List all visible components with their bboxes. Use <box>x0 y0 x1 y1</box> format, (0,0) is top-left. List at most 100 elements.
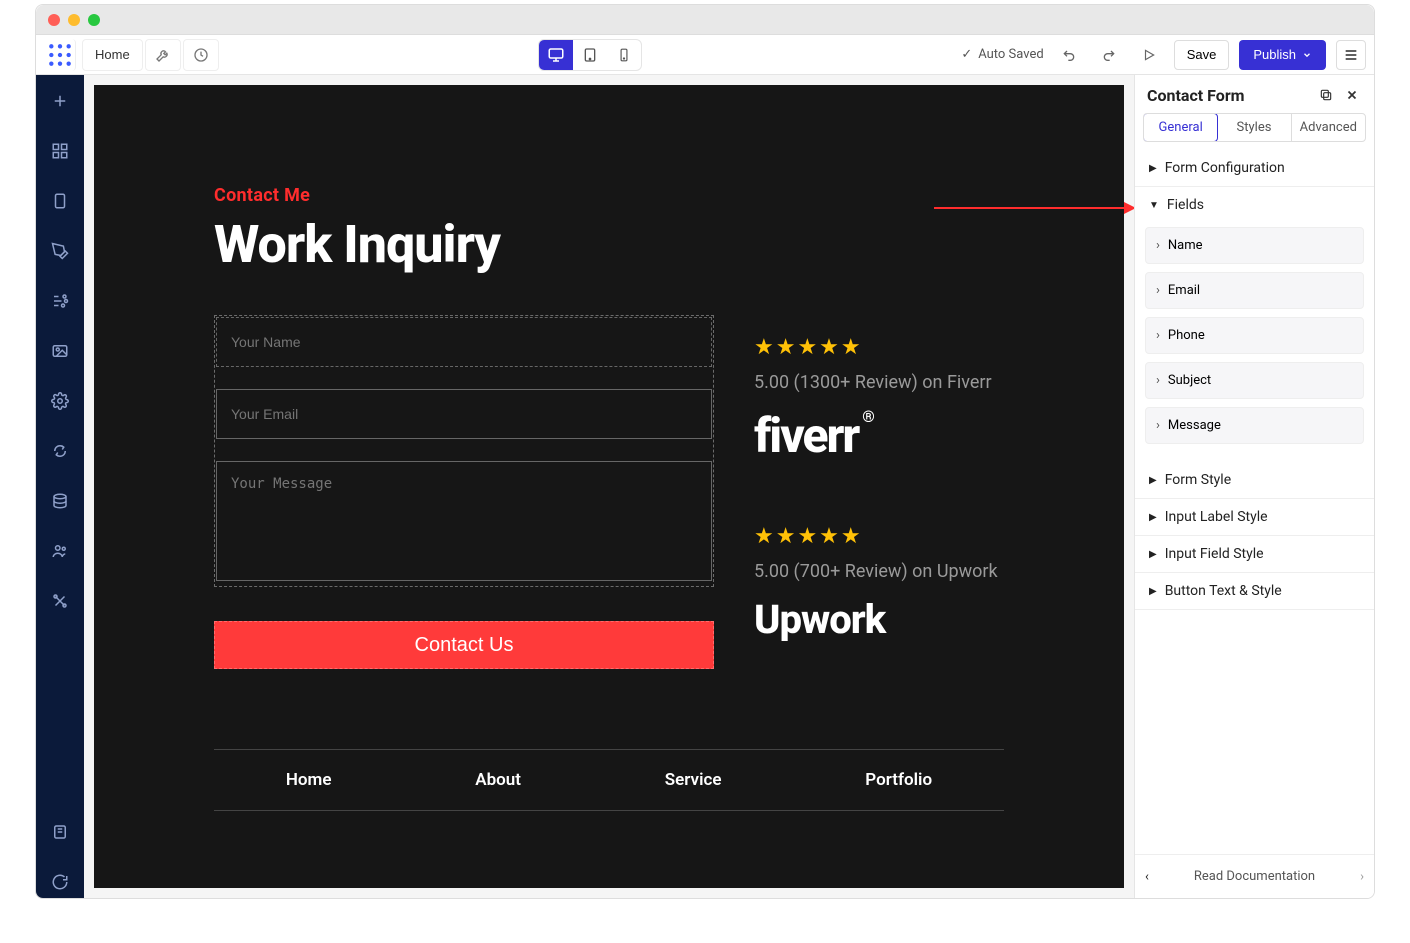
field-label: Phone <box>1168 328 1205 343</box>
layers-tree-icon[interactable] <box>44 285 76 317</box>
footer-nav-portfolio[interactable]: Portfolio <box>865 770 932 790</box>
field-item-phone[interactable]: › Phone <box>1145 317 1364 354</box>
settings-gear-icon[interactable] <box>44 385 76 417</box>
viewport-switcher <box>538 39 642 71</box>
home-breadcrumb[interactable]: Home <box>82 39 143 71</box>
chevron-right-icon: › <box>1156 283 1160 298</box>
stars-icon: ★★★★★ <box>754 335 1004 360</box>
left-sidebar <box>36 75 84 898</box>
field-label: Subject <box>1168 373 1211 388</box>
registered-mark-icon: ® <box>862 407 873 426</box>
upwork-logo: Upwork <box>754 596 1004 643</box>
field-item-message[interactable]: ›Message <box>1145 407 1364 444</box>
page-icon[interactable] <box>44 185 76 217</box>
page-heading: Work Inquiry <box>214 214 1004 275</box>
footer-nav-service[interactable]: Service <box>665 770 722 790</box>
acc-label: Button Text & Style <box>1165 583 1282 599</box>
triangle-right-icon: ▶ <box>1149 475 1157 486</box>
top-toolbar: Home Auto Saved <box>36 35 1374 75</box>
settings-wrench-icon[interactable] <box>145 39 181 71</box>
page-canvas: Contact Me Work Inquiry Contact Us ★★★ <box>94 85 1124 888</box>
window-maximize-icon[interactable] <box>88 14 100 26</box>
refresh-sync-icon[interactable] <box>44 866 76 898</box>
chevron-down-icon <box>1302 50 1312 60</box>
hamburger-menu-icon[interactable] <box>1336 40 1366 70</box>
name-field[interactable] <box>216 317 712 367</box>
tools-crossed-icon[interactable] <box>44 585 76 617</box>
field-label: Message <box>1168 418 1221 433</box>
panel-copy-icon[interactable] <box>1316 85 1336 105</box>
publish-button[interactable]: Publish <box>1239 40 1326 70</box>
docs-book-icon[interactable] <box>44 816 76 848</box>
upwork-review-text: 5.00 (700+ Review) on Upwork <box>754 561 1004 582</box>
app-logo-icon[interactable] <box>44 39 76 71</box>
acc-label: Fields <box>1167 197 1204 213</box>
field-item-subject[interactable]: › Subject <box>1145 362 1364 399</box>
inspector-footer: ‹ Read Documentation › <box>1135 854 1374 898</box>
publish-label: Publish <box>1253 47 1296 62</box>
contact-form-widget[interactable] <box>214 315 714 587</box>
users-group-icon[interactable] <box>44 535 76 567</box>
autosaved-indicator: Auto Saved <box>961 47 1043 62</box>
triangle-right-icon: ▶ <box>1149 163 1157 174</box>
accordion-input-label-style[interactable]: ▶Input Label Style <box>1135 499 1374 536</box>
accordion-fields[interactable]: ▼ Fields <box>1135 187 1374 223</box>
accordion-button-text-style[interactable]: ▶ Button Text & Style <box>1135 573 1374 610</box>
stars-icon: ★★★★★ <box>754 524 1004 549</box>
triangle-down-icon: ▼ <box>1149 200 1159 211</box>
tab-general[interactable]: General <box>1143 113 1218 142</box>
viewport-desktop-icon[interactable] <box>539 40 573 70</box>
chevron-right-icon: › <box>1156 238 1160 253</box>
chevron-right-icon: › <box>1156 328 1160 343</box>
field-label: Name <box>1168 238 1203 253</box>
accordion-input-field-style[interactable]: ▶ Input Field Style <box>1135 536 1374 573</box>
image-gallery-icon[interactable] <box>44 335 76 367</box>
triangle-right-icon: ▶ <box>1149 586 1157 597</box>
preview-play-icon[interactable] <box>1134 40 1164 70</box>
save-button[interactable]: Save <box>1174 40 1230 70</box>
footer-nav-about[interactable]: About <box>475 770 521 790</box>
add-icon[interactable] <box>44 85 76 117</box>
viewport-mobile-icon[interactable] <box>607 40 641 70</box>
footer-nav-home[interactable]: Home <box>286 770 332 790</box>
acc-label: Input Field Style <box>1165 546 1264 562</box>
read-documentation-link[interactable]: Read Documentation <box>1194 869 1315 884</box>
tab-styles[interactable]: Styles <box>1217 114 1291 141</box>
window-minimize-icon[interactable] <box>68 14 80 26</box>
dashboard-grid-icon[interactable] <box>44 135 76 167</box>
redo-icon[interactable] <box>1094 40 1124 70</box>
undo-icon[interactable] <box>1054 40 1084 70</box>
dynamic-content-icon[interactable] <box>44 435 76 467</box>
history-clock-icon[interactable] <box>183 39 219 71</box>
window-close-icon[interactable] <box>48 14 60 26</box>
inspector-panel: Contact Form General Styles Advanced ▶ Fo… <box>1134 75 1374 898</box>
message-field[interactable] <box>216 461 712 581</box>
editor-canvas-viewport[interactable]: Contact Me Work Inquiry Contact Us ★★★ <box>84 75 1134 898</box>
acc-label: Form Style <box>1165 472 1231 488</box>
viewport-tablet-icon[interactable] <box>573 40 607 70</box>
review-block-fiverr: ★★★★★ 5.00 (1300+ Review) on Fiverr five… <box>754 335 1004 464</box>
tab-advanced[interactable]: Advanced <box>1292 114 1365 141</box>
acc-label: Form Configuration <box>1165 160 1285 176</box>
section-eyebrow: Contact Me <box>214 185 1004 206</box>
field-label: Email <box>1168 283 1200 298</box>
email-field[interactable] <box>216 389 712 439</box>
inspector-tabs: General Styles Advanced <box>1143 113 1366 142</box>
design-pen-icon[interactable] <box>44 235 76 267</box>
chevron-right-icon: › <box>1156 373 1160 388</box>
field-item-name[interactable]: › Name <box>1145 227 1364 264</box>
review-block-upwork: ★★★★★ 5.00 (700+ Review) on Upwork Upwor… <box>754 524 1004 643</box>
submit-button[interactable]: Contact Us <box>214 621 714 669</box>
panel-close-icon[interactable] <box>1342 85 1362 105</box>
footer-next-icon[interactable]: › <box>1360 869 1364 884</box>
footer-prev-icon[interactable]: ‹ <box>1145 869 1149 884</box>
database-icon[interactable] <box>44 485 76 517</box>
fields-list: › Name › Email › Phone › Subject ›Message <box>1135 223 1374 462</box>
fiverr-review-text: 5.00 (1300+ Review) on Fiverr <box>754 372 1004 393</box>
accordion-form-style[interactable]: ▶ Form Style <box>1135 462 1374 499</box>
fiverr-logo: fiverr® <box>754 407 1004 464</box>
triangle-right-icon: ▶ <box>1149 549 1157 560</box>
field-item-email[interactable]: › Email <box>1145 272 1364 309</box>
inspector-title: Contact Form <box>1147 86 1310 105</box>
accordion-form-configuration[interactable]: ▶ Form Configuration <box>1135 150 1374 187</box>
